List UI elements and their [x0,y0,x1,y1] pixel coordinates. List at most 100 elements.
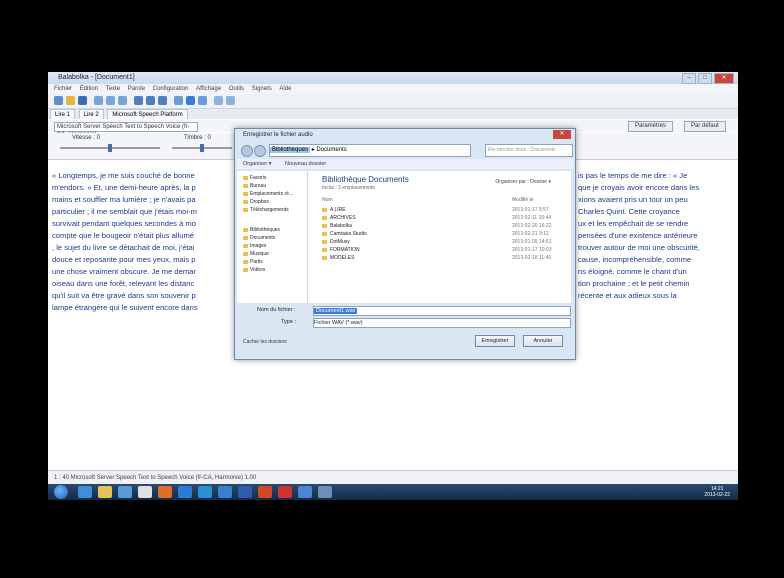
minimize-button[interactable]: – [682,73,696,84]
ie-icon[interactable] [198,486,212,498]
column-date-header[interactable]: Modifié le [512,197,533,203]
camtasia-icon[interactable] [318,486,332,498]
back-icon[interactable] [241,145,253,157]
menu-file[interactable]: Fichier [54,86,72,92]
nav-item-libraries[interactable]: Bibliothèques [243,227,280,233]
address-row: Bibliothèques ▸ Documents Rechercher dan… [241,144,573,157]
ie-icon[interactable] [78,486,92,498]
doc-line: « Longtemps, je me suis couché de bonne [52,171,195,180]
nav-item-images[interactable]: Images [243,243,266,249]
breadcrumb-libraries[interactable]: Bibliothèques [270,147,311,153]
powerpoint-icon[interactable] [258,486,272,498]
close-button[interactable]: ✕ [714,73,734,84]
menu-config[interactable]: Configuration [153,86,189,92]
voice-select[interactable]: Microsoft Server Speech Text to Speech V… [54,122,198,138]
menu-text[interactable]: Texte [106,86,120,92]
pitch-slider-thumb[interactable] [200,144,204,152]
voice-settings-button[interactable]: Paramètres [628,121,674,132]
cancel-button[interactable]: Annuler [523,335,563,347]
skype-icon[interactable] [218,486,232,498]
menu-bar: Fichier Édition Texte Parole Configurati… [48,84,738,94]
file-row[interactable]: MODELES 2013-02-18 11:40 [322,255,562,262]
save-audio-icon[interactable] [186,96,195,105]
forward-icon[interactable] [254,145,266,157]
menu-tools[interactable]: Outils [229,86,244,92]
rate-slider[interactable] [60,144,160,152]
menu-bookmarks[interactable]: Signets [252,86,272,92]
doc-line-right: pensées d'une existence antérieure [578,231,698,240]
play-icon[interactable] [134,96,143,105]
menu-speech[interactable]: Parole [128,86,145,92]
folder-icon [322,223,327,228]
arrange-by-dropdown[interactable]: Organiser par : Dossier ▾ [495,179,551,185]
settings-icon[interactable] [214,96,223,105]
doc-line: mains et souffler ma lumière ; je n'avai… [52,195,196,204]
nav-item-favorites[interactable]: Favoris [243,175,266,181]
hide-folders-toggle[interactable]: Cacher les dossiers [243,339,287,345]
search-input[interactable]: Rechercher dans : Documents [485,144,573,157]
toolbar [48,94,738,109]
rate-label: Vitesse : 0 [72,135,100,141]
word-icon[interactable] [238,486,252,498]
new-folder-button[interactable]: Nouveau dossier [285,161,326,167]
filename-row: Nom du fichier : Document1.wav [237,305,573,316]
save-button[interactable]: Enregistrer [475,335,515,347]
breadcrumb-documents[interactable]: Documents [316,147,346,153]
copy-icon[interactable] [106,96,115,105]
nav-item-recent[interactable]: Emplacements ré… [243,191,294,197]
balabolka-icon[interactable] [298,486,312,498]
tab-lire-1[interactable]: Lire 1 [50,109,76,119]
menu-edit[interactable]: Édition [80,86,98,92]
pitch-slider[interactable] [172,144,232,152]
pause-icon[interactable] [146,96,155,105]
nav-item-dropbox[interactable]: Dropbox [243,199,269,205]
doc-line: qu'il suit va être gravé dans son souven… [52,291,196,300]
spell-icon[interactable] [198,96,207,105]
rate-slider-thumb[interactable] [108,144,112,152]
tab-lire-2[interactable]: Lire 2 [78,109,104,119]
explorer-icon[interactable] [98,486,112,498]
file-row[interactable]: A LIRE 2013-01-17 9:57 [322,207,562,214]
dialog-close-button[interactable]: ✕ [553,130,571,139]
file-row[interactable]: Balabolka 2013-02-20 16:22 [322,223,562,230]
system-clock[interactable]: 14:21 2013-02-22 [704,486,730,498]
doc-line: lampe étrangère qui le suivent encore da… [52,303,198,312]
doc-line-right: trouver autour de moi une obscurité, [578,243,700,252]
nav-item-desktop[interactable]: Bureau [243,183,266,189]
file-row[interactable]: DotMusy 2013-01-09 14:51 [322,239,562,246]
media-icon[interactable] [118,486,132,498]
file-row[interactable]: Camtasia Studio 2013-02-21 9:12 [322,231,562,238]
acrobat-icon[interactable] [278,486,292,498]
menu-help[interactable]: Aide [279,86,291,92]
nav-item-downloads[interactable]: Téléchargements [243,207,289,213]
maximize-button[interactable]: □ [698,73,712,84]
app-icon[interactable] [178,486,192,498]
stop-icon[interactable] [158,96,167,105]
doc-line: douce et reposante pour mes yeux, mais p [52,255,196,264]
column-name-header[interactable]: Nom [322,197,333,203]
paste-icon[interactable] [118,96,127,105]
nav-item-music[interactable]: Musique [243,251,269,257]
nav-item-shared[interactable]: Partis [243,259,263,265]
help-icon[interactable] [226,96,235,105]
save-icon[interactable] [78,96,87,105]
voice-default-button[interactable]: Par défaut [684,121,726,132]
file-row[interactable]: FORMATION 2013-01-17 10:03 [322,247,562,254]
open-icon[interactable] [66,96,75,105]
filetype-select[interactable]: Fichier WAV (*.wav) [313,318,571,328]
organize-button[interactable]: Organiser ▾ [243,161,271,167]
new-icon[interactable] [54,96,63,105]
filename-input[interactable]: Document1.wav [313,306,571,316]
firefox-icon[interactable] [158,486,172,498]
chrome-icon[interactable] [138,486,152,498]
nav-item-videos[interactable]: Vidéos [243,267,265,273]
start-button[interactable] [54,485,68,499]
nav-item-documents[interactable]: Documents [243,235,275,241]
menu-view[interactable]: Affichage [196,86,221,92]
address-bar[interactable]: Bibliothèques ▸ Documents [269,144,471,157]
file-row[interactable]: ARCHIVES 2013-02-11 10:44 [322,215,562,222]
file-convert-icon[interactable] [174,96,183,105]
cut-icon[interactable] [94,96,103,105]
tab-speech-platform[interactable]: Microsoft Speech Platform [107,109,188,119]
folder-icon [322,255,327,260]
